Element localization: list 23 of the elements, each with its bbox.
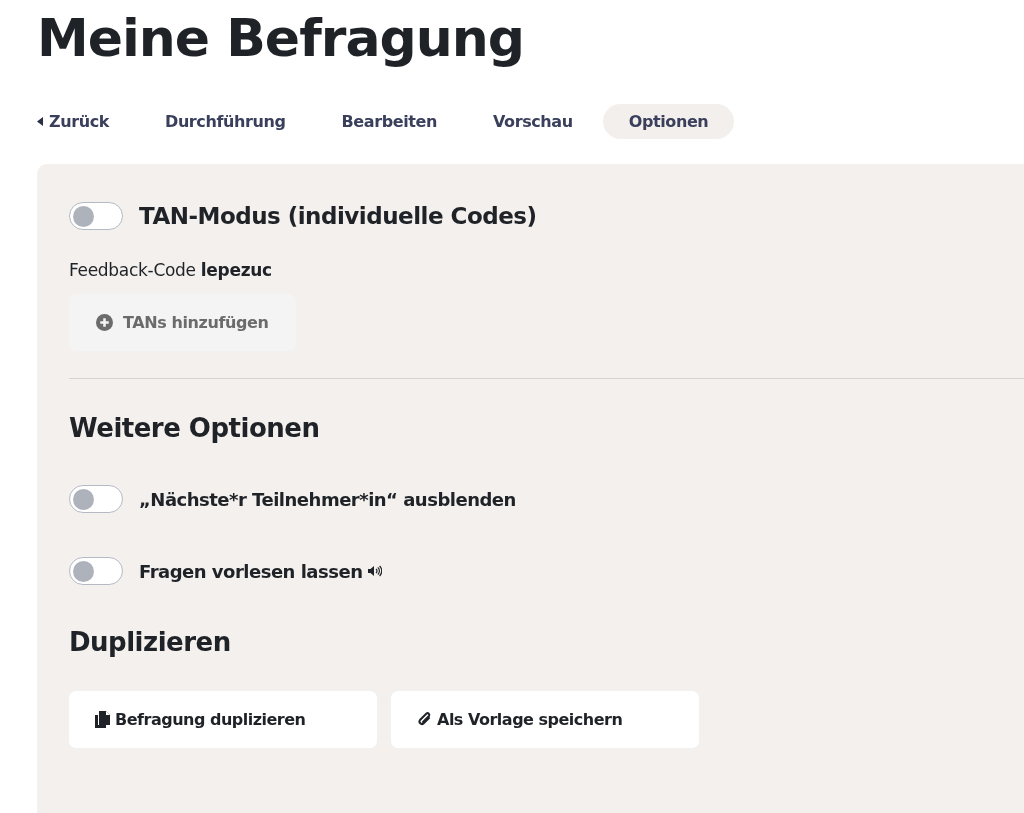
page-title: Meine Befragung xyxy=(37,7,525,70)
section-heading: Duplizieren xyxy=(69,627,232,657)
nav-tab[interactable]: Bearbeiten xyxy=(315,104,463,139)
toggle-switch[interactable] xyxy=(69,557,123,585)
action-button[interactable]: Befragung duplizieren xyxy=(69,691,377,748)
add-tans-button[interactable]: TANs hinzufügen xyxy=(69,294,296,351)
speaker-icon xyxy=(368,565,383,577)
nav-tab[interactable]: Optionen xyxy=(602,104,735,139)
copy-icon xyxy=(95,711,111,728)
nav-tab[interactable]: Durchführung xyxy=(139,104,312,139)
back-link[interactable]: Zurück xyxy=(33,104,135,139)
toggle-label: Fragen vorlesen lassen xyxy=(139,560,363,582)
toggle-switch[interactable] xyxy=(69,202,123,230)
paperclip-icon xyxy=(417,711,433,728)
toggle-switch[interactable] xyxy=(69,485,123,513)
feedback-code-text: Feedback-Code lepezuc xyxy=(69,260,273,280)
caret-icon xyxy=(37,117,43,126)
action-button[interactable]: Als Vorlage speichern xyxy=(391,691,699,748)
nav-tab[interactable]: Vorschau xyxy=(466,104,599,139)
toggle-label: „Nächste*r Teilnehmer*in“ ausblenden xyxy=(139,488,516,510)
plus-circle-icon xyxy=(96,314,113,331)
toggle-label: TAN-Modus (individuelle Codes) xyxy=(139,203,537,229)
section-heading: Weitere Optionen xyxy=(69,413,321,443)
